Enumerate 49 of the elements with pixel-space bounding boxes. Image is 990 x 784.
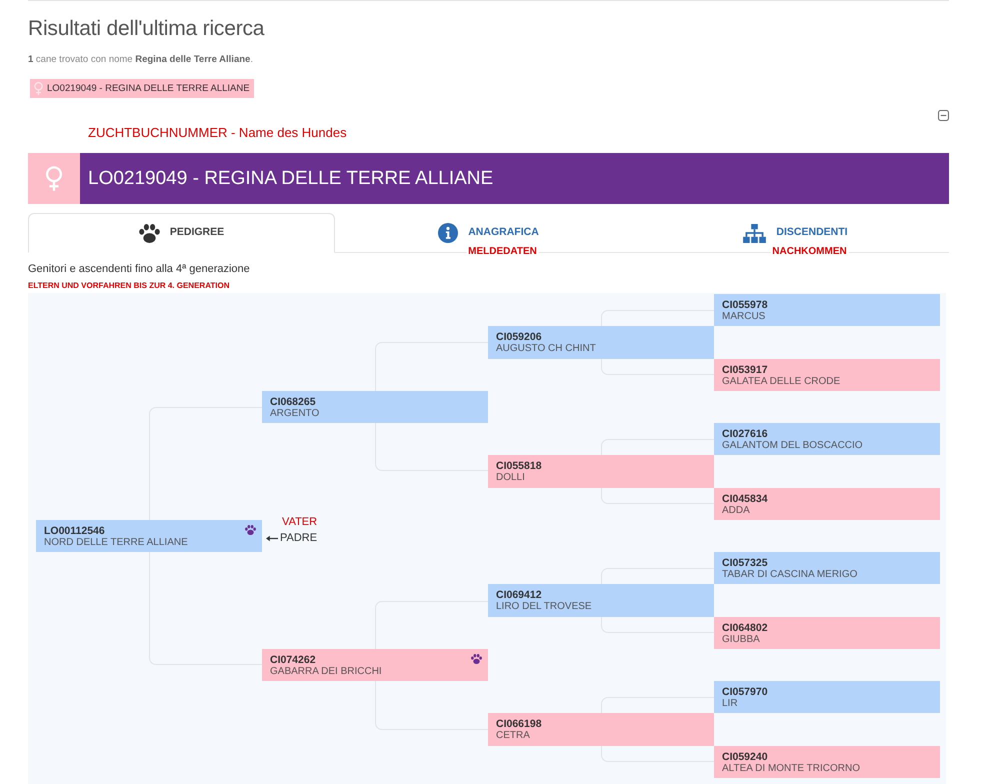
annotation-text: ELTERN UND VORFAHREN BIS ZUR 4. GENERATION [28, 281, 230, 291]
dog-name: LIR [722, 698, 738, 710]
female-icon [46, 166, 62, 191]
registration-number: CI074262 [270, 654, 316, 666]
pedigree-caption: Genitori e ascendenti fino alla 4ª generazione [28, 262, 251, 276]
female-icon [34, 82, 43, 95]
registration-number: CI027616 [722, 429, 768, 440]
dog-name: GIUBBA [722, 634, 760, 645]
dog-name: ALTEA DI MONTE TRICORNO [722, 762, 860, 774]
annotation-text: MELDEDATEN [466, 246, 539, 257]
registration-number: CI059240 [722, 752, 768, 763]
registration-number: CI053917 [722, 364, 768, 376]
result-chip[interactable]: LO0219049 - REGINA DELLE TERRE ALLIANE [30, 79, 254, 98]
result-summary: 1 cane trovato con nome Regina delle Terre Alliane. [28, 53, 254, 67]
dog-name: MARCUS [722, 311, 766, 322]
collapse-icon[interactable] [938, 110, 949, 121]
registration-number: CI055978 [722, 300, 768, 311]
dog-name: GALATEA DELLE CRODE [722, 376, 840, 387]
registration-number: CI069412 [496, 590, 542, 602]
parent-label: PADRE [280, 532, 318, 545]
annotation-text: NACHKOMMEN [770, 246, 849, 257]
info-icon [438, 223, 458, 243]
registration-number: CI064802 [722, 622, 768, 634]
registration-number: CI059206 [496, 332, 542, 344]
dog-name: ARGENTO [270, 408, 320, 419]
dog-name: GALANTOM DEL BOSCACCIO [722, 440, 863, 452]
registration-number: CI066198 [496, 719, 542, 730]
registration-number: CI045834 [722, 494, 768, 505]
dog-name: CETRA [496, 730, 530, 742]
paw-icon [138, 224, 160, 242]
dog-name: TABAR DI CASCINA MERIGO [722, 569, 858, 580]
dog-title: LO0219049 - REGINA DELLE TERRE ALLIANE [88, 167, 494, 191]
left-arrow-icon [266, 534, 278, 542]
registration-number: CI057325 [722, 558, 768, 570]
dog-name: NORD DELLE TERRE ALLIANE [44, 536, 188, 548]
registration-number: CI055818 [496, 461, 542, 472]
hierarchy-icon [743, 224, 766, 242]
registration-number: CI057970 [722, 687, 768, 698]
dog-name: ADDA [722, 504, 750, 516]
page-title: Risultati dell'ultima ricerca [28, 16, 266, 42]
dog-name: AUGUSTO CH CHINT [496, 343, 596, 354]
dog-name: DOLLI [496, 472, 525, 484]
tab[interactable]: PEDIGREE [28, 213, 335, 253]
annotation-text: ZUCHTBUCHNUMMER - Name des Hundes [88, 125, 347, 141]
registration-number: CI068265 [270, 396, 316, 408]
annotation-text: VATER [282, 516, 318, 529]
registration-number: LO00112546 [44, 526, 105, 537]
dog-name: LIRO DEL TROVESE [496, 601, 592, 612]
dog-name: GABARRA DEI BRICCHI [270, 666, 382, 677]
